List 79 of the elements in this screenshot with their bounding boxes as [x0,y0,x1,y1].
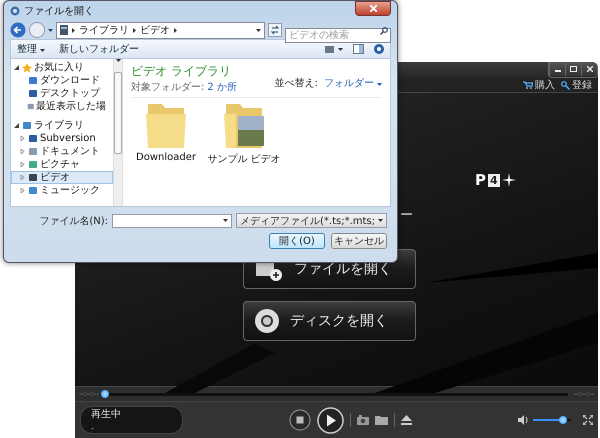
sparkle-icon [502,173,516,187]
caret-icon [256,28,261,32]
star-icon [22,62,32,72]
chevron-icon [174,28,177,32]
minimize-button[interactable] [549,62,565,76]
play-button[interactable] [317,406,344,434]
refresh-button[interactable] [268,23,282,37]
nav-item[interactable]: ビデオ [11,171,113,184]
camera-icon[interactable] [357,415,369,425]
breadcrumb-item[interactable]: ライブラリ [79,23,129,37]
nav-item[interactable]: ダウンロード [11,74,113,87]
maximize-icon [570,66,577,72]
status-detail: - [91,424,95,433]
logo-badge: 4 [488,174,500,186]
chevron-icon [72,28,75,32]
nav-item[interactable]: ドキュメント [11,145,113,158]
view-button[interactable] [325,44,343,54]
search-field[interactable]: ビデオの検索 [285,28,391,42]
sort-dropdown[interactable]: フォルダー [324,76,382,90]
file-name-label: ファイル名(N): [39,214,108,228]
open-button[interactable]: 開く(O) [269,233,325,249]
nav-item[interactable]: ライブラリ [11,119,113,132]
key-icon [561,80,570,90]
header-link[interactable]: 購入 [523,78,555,92]
stop-button[interactable] [289,409,311,431]
expander-icon[interactable] [14,65,19,70]
folder-icon [144,102,188,150]
address-bar[interactable]: ライブラリ ビデオ [56,22,265,38]
nav-item[interactable]: デスクトップ [11,87,113,100]
preview-pane-button[interactable] [353,44,364,54]
scrollbar[interactable] [113,59,123,206]
close-button[interactable] [581,62,597,76]
file-name-field[interactable] [112,214,232,228]
volume-handle[interactable] [559,416,568,424]
folder-item[interactable]: サンプル ビデオ [209,102,279,166]
cart-icon [523,81,533,89]
app-icon [10,6,20,16]
file-type-dropdown[interactable]: メディアファイル(*.ts;*.mts; [236,213,387,228]
history-caret-icon [48,28,53,32]
nav-item[interactable]: ミュージック [11,184,113,197]
back-button[interactable] [10,22,26,38]
library-title: ビデオ ライブラリ [131,63,232,80]
folder-icon[interactable] [375,415,388,425]
header-link[interactable]: 登録 [561,78,592,92]
seek-handle[interactable] [100,390,109,398]
breadcrumb-item[interactable]: ビデオ [140,23,170,37]
toolbar-button[interactable]: 新しいフォルダー [59,42,140,56]
logo-text: P [475,171,486,189]
caret-icon [40,49,46,52]
caret-icon [223,219,228,222]
close-icon [586,66,592,72]
maximize-button[interactable] [565,62,581,76]
toolbar-button[interactable]: 整理 [17,42,46,56]
search-icon [380,26,388,34]
disc-icon [254,308,280,334]
open-button[interactable]: ディスクを開く [243,301,416,341]
logo-subtitle: ー [400,207,413,224]
cancel-button[interactable]: キャンセル [331,233,387,249]
fullscreen-icon[interactable] [583,415,593,425]
nav-item[interactable]: Subversion [11,132,113,145]
sort-label: 並べ替え: [274,76,318,90]
nav-item[interactable]: お気に入り [11,61,113,74]
nav-item[interactable]: ピクチャ [11,158,113,171]
folder-photo-icon [222,102,266,150]
help-button[interactable] [374,44,384,54]
nav-item[interactable]: 最近表示した場 [11,100,113,113]
close-icon [370,5,376,12]
caret-icon [378,219,383,222]
eject-icon[interactable] [401,415,412,425]
caret-icon [377,82,382,86]
expander-icon[interactable] [14,123,19,128]
window-title: ファイルを開く [24,5,95,18]
scope-link[interactable]: 2 か所 [207,80,237,94]
scope-label: 対象フォルダー: [131,80,204,94]
chevron-icon [133,28,136,32]
speaker-icon[interactable] [518,415,529,425]
status-text: 再生中 [91,408,122,421]
close-button[interactable] [355,1,391,16]
folder-item[interactable]: Downloader [131,102,201,166]
